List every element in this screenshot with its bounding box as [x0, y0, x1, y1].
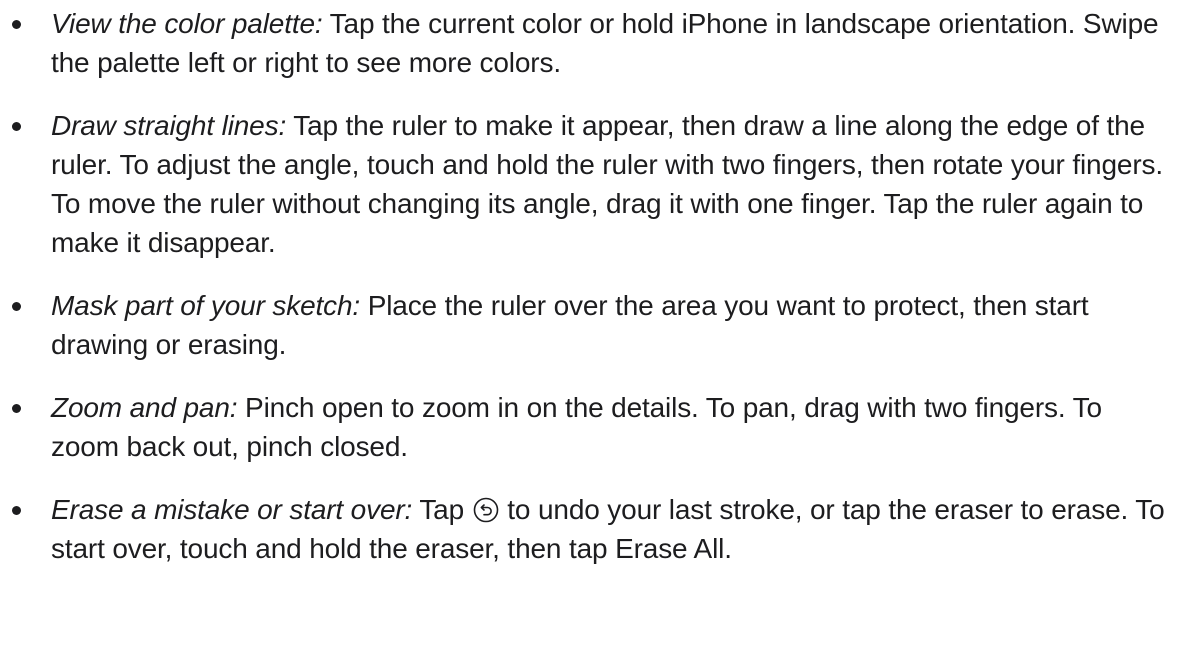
bullet [12, 302, 21, 311]
item-text-before-icon: Tap [419, 494, 465, 525]
list-item: Zoom and pan: Pinch open to zoom in on t… [0, 388, 1178, 466]
undo-icon [473, 497, 498, 523]
item-term: Zoom and pan: [51, 392, 238, 423]
list-item: Draw straight lines: Tap the ruler to ma… [0, 106, 1178, 262]
item-term: View the color palette: [51, 8, 323, 39]
bullet [12, 506, 21, 515]
item-term: Draw straight lines: [51, 110, 287, 141]
item-term: Erase a mistake or start over: [51, 494, 413, 525]
bullet [12, 20, 21, 29]
item-term: Mask part of your sketch: [51, 290, 361, 321]
list-item: View the color palette: Tap the current … [0, 4, 1178, 82]
bullet [12, 122, 21, 131]
list-item: Erase a mistake or start over: Tap to un… [0, 490, 1178, 568]
instructions-list: View the color palette: Tap the current … [0, 4, 1178, 592]
list-item: Mask part of your sketch: Place the rule… [0, 286, 1178, 364]
bullet [12, 404, 21, 413]
